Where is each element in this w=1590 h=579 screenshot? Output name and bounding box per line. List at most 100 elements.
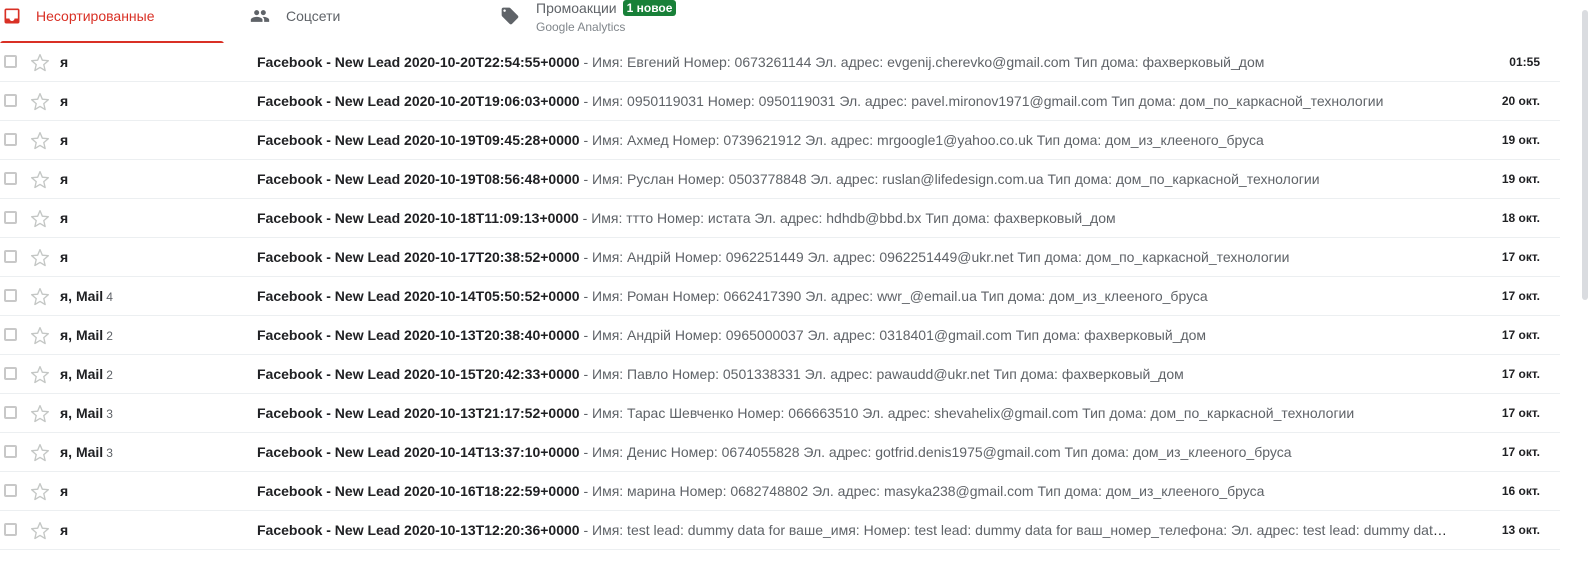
- star-icon[interactable]: [30, 170, 50, 190]
- star-icon[interactable]: [30, 443, 50, 463]
- message-date: 17 окт.: [1501, 445, 1540, 459]
- star-icon[interactable]: [30, 482, 50, 502]
- tab-primary[interactable]: Несортированные: [0, 0, 224, 44]
- message-subject: Facebook - New Lead 2020-10-19T08:56:48+…: [257, 171, 580, 187]
- message-row[interactable]: я Facebook - New Lead 2020-10-13T12:20:3…: [0, 511, 1560, 550]
- select-checkbox[interactable]: [4, 94, 17, 107]
- message-row[interactable]: я, Mail 2 Facebook - New Lead 2020-10-15T…: [0, 355, 1560, 394]
- tab-primary-label: Несортированные: [36, 8, 155, 24]
- select-checkbox[interactable]: [4, 172, 17, 185]
- scrollbar-thumb[interactable]: [1582, 10, 1588, 300]
- message-row[interactable]: я Facebook - New Lead 2020-10-18T11:09:1…: [0, 199, 1560, 238]
- message-snippet: - Имя: 0950119031 Номер: 0950119031 Эл. …: [579, 93, 1384, 109]
- tag-icon: [501, 7, 519, 25]
- sender-name: я: [60, 210, 71, 226]
- sender-text: я: [60, 54, 69, 70]
- message-snippet: - Имя: марина Номер: 0682748802 Эл. адре…: [579, 483, 1265, 499]
- select-checkbox[interactable]: [4, 445, 17, 458]
- star-icon[interactable]: [30, 287, 50, 307]
- sender-text: я, Mail: [60, 405, 104, 421]
- select-checkbox[interactable]: [4, 484, 17, 497]
- message-list: я Facebook - New Lead 2020-10-20T22:54:5…: [0, 43, 1560, 550]
- select-checkbox[interactable]: [4, 133, 17, 146]
- message-date: 18 окт.: [1501, 211, 1540, 225]
- message-preview: Facebook - New Lead 2020-10-13T21:17:52+…: [257, 405, 1447, 421]
- star-icon[interactable]: [30, 131, 50, 151]
- tab-social[interactable]: Соцсети: [224, 0, 474, 43]
- sender-text: я, Mail: [60, 444, 104, 460]
- message-subject: Facebook - New Lead 2020-10-15T20:42:33+…: [257, 366, 580, 382]
- message-snippet: - Имя: Павло Номер: 0501338331 Эл. адрес…: [579, 366, 1184, 382]
- message-preview: Facebook - New Lead 2020-10-19T08:56:48+…: [257, 171, 1447, 187]
- message-subject: Facebook - New Lead 2020-10-13T21:17:52+…: [257, 405, 580, 421]
- message-row[interactable]: я Facebook - New Lead 2020-10-19T08:56:4…: [0, 160, 1560, 199]
- category-tabs: Несортированные Соцсети Промоакции 1 ново…: [0, 0, 1560, 44]
- star-icon[interactable]: [30, 209, 50, 229]
- message-row[interactable]: я, Mail 3 Facebook - New Lead 2020-10-13T…: [0, 394, 1560, 433]
- message-subject: Facebook - New Lead 2020-10-20T22:54:55+…: [257, 54, 580, 70]
- thread-count: 3: [106, 446, 113, 460]
- message-row[interactable]: я, Mail 4 Facebook - New Lead 2020-10-14T…: [0, 277, 1560, 316]
- message-preview: Facebook - New Lead 2020-10-20T22:54:55+…: [257, 54, 1447, 70]
- message-row[interactable]: я Facebook - New Lead 2020-10-16T18:22:5…: [0, 472, 1560, 511]
- message-date: 16 окт.: [1501, 484, 1540, 498]
- message-date: 17 окт.: [1501, 367, 1540, 381]
- message-preview: Facebook - New Lead 2020-10-18T11:09:13+…: [257, 210, 1447, 226]
- sender-text: я, Mail: [60, 327, 104, 343]
- star-icon[interactable]: [30, 521, 50, 541]
- message-preview: Facebook - New Lead 2020-10-19T09:45:28+…: [257, 132, 1447, 148]
- select-checkbox[interactable]: [4, 289, 17, 302]
- star-icon[interactable]: [30, 404, 50, 424]
- star-icon[interactable]: [30, 365, 50, 385]
- star-icon[interactable]: [30, 326, 50, 346]
- sender-name: я, Mail 2: [60, 366, 113, 382]
- message-subject: Facebook - New Lead 2020-10-20T19:06:03+…: [257, 93, 580, 109]
- select-checkbox[interactable]: [4, 55, 17, 68]
- sender-name: я: [60, 249, 71, 265]
- thread-count: 3: [106, 407, 113, 421]
- sender-text: я: [60, 522, 69, 538]
- message-row[interactable]: я Facebook - New Lead 2020-10-20T22:54:5…: [0, 43, 1560, 82]
- tab-promotions[interactable]: Промоакции 1 новое Google Analytics: [474, 0, 734, 43]
- message-row[interactable]: я Facebook - New Lead 2020-10-19T09:45:2…: [0, 121, 1560, 160]
- message-subject: Facebook - New Lead 2020-10-17T20:38:52+…: [257, 249, 580, 265]
- star-icon[interactable]: [30, 248, 50, 268]
- select-checkbox[interactable]: [4, 523, 17, 536]
- star-icon[interactable]: [30, 92, 50, 112]
- message-date: 17 окт.: [1501, 406, 1540, 420]
- message-snippet: - Имя: test lead: dummy data for ваше_им…: [579, 522, 1447, 538]
- sender-name: я: [60, 132, 71, 148]
- sender-name: я: [60, 93, 71, 109]
- select-checkbox[interactable]: [4, 250, 17, 263]
- inbox-icon: [4, 8, 20, 24]
- thread-count: 4: [106, 290, 113, 304]
- message-preview: Facebook - New Lead 2020-10-14T13:37:10+…: [257, 444, 1447, 460]
- message-preview: Facebook - New Lead 2020-10-13T20:38:40+…: [257, 327, 1447, 343]
- select-checkbox[interactable]: [4, 211, 17, 224]
- message-preview: Facebook - New Lead 2020-10-15T20:42:33+…: [257, 366, 1447, 382]
- sender-name: я, Mail 4: [60, 288, 113, 304]
- message-subject: Facebook - New Lead 2020-10-18T11:09:13+…: [257, 210, 579, 226]
- sender-text: я, Mail: [60, 288, 104, 304]
- message-row[interactable]: я, Mail 3 Facebook - New Lead 2020-10-14T…: [0, 433, 1560, 472]
- message-date: 19 окт.: [1501, 172, 1540, 186]
- message-snippet: - Имя: Ахмед Номер: 0739621912 Эл. адрес…: [579, 132, 1264, 148]
- scrollbar[interactable]: [1560, 0, 1590, 579]
- message-row[interactable]: я Facebook - New Lead 2020-10-17T20:38:5…: [0, 238, 1560, 277]
- message-subject: Facebook - New Lead 2020-10-14T13:37:10+…: [257, 444, 580, 460]
- message-snippet: - Имя: Роман Номер: 0662417390 Эл. адрес…: [579, 288, 1208, 304]
- message-row[interactable]: я Facebook - New Lead 2020-10-20T19:06:0…: [0, 82, 1560, 121]
- select-checkbox[interactable]: [4, 406, 17, 419]
- message-date: 01:55: [1509, 55, 1540, 69]
- select-checkbox[interactable]: [4, 367, 17, 380]
- sender-name: я, Mail 2: [60, 327, 113, 343]
- mail-app: Несортированные Соцсети Промоакции 1 ново…: [0, 0, 1590, 579]
- tab-promotions-sender: Google Analytics: [536, 20, 626, 34]
- message-row[interactable]: я, Mail 2 Facebook - New Lead 2020-10-13T…: [0, 316, 1560, 355]
- tab-promotions-text: Промоакции: [536, 0, 617, 16]
- star-icon[interactable]: [30, 53, 50, 73]
- message-date: 17 окт.: [1501, 289, 1540, 303]
- sender-name: я: [60, 483, 71, 499]
- select-checkbox[interactable]: [4, 328, 17, 341]
- message-snippet: - Имя: Андрій Номер: 0962251449 Эл. адре…: [579, 249, 1290, 265]
